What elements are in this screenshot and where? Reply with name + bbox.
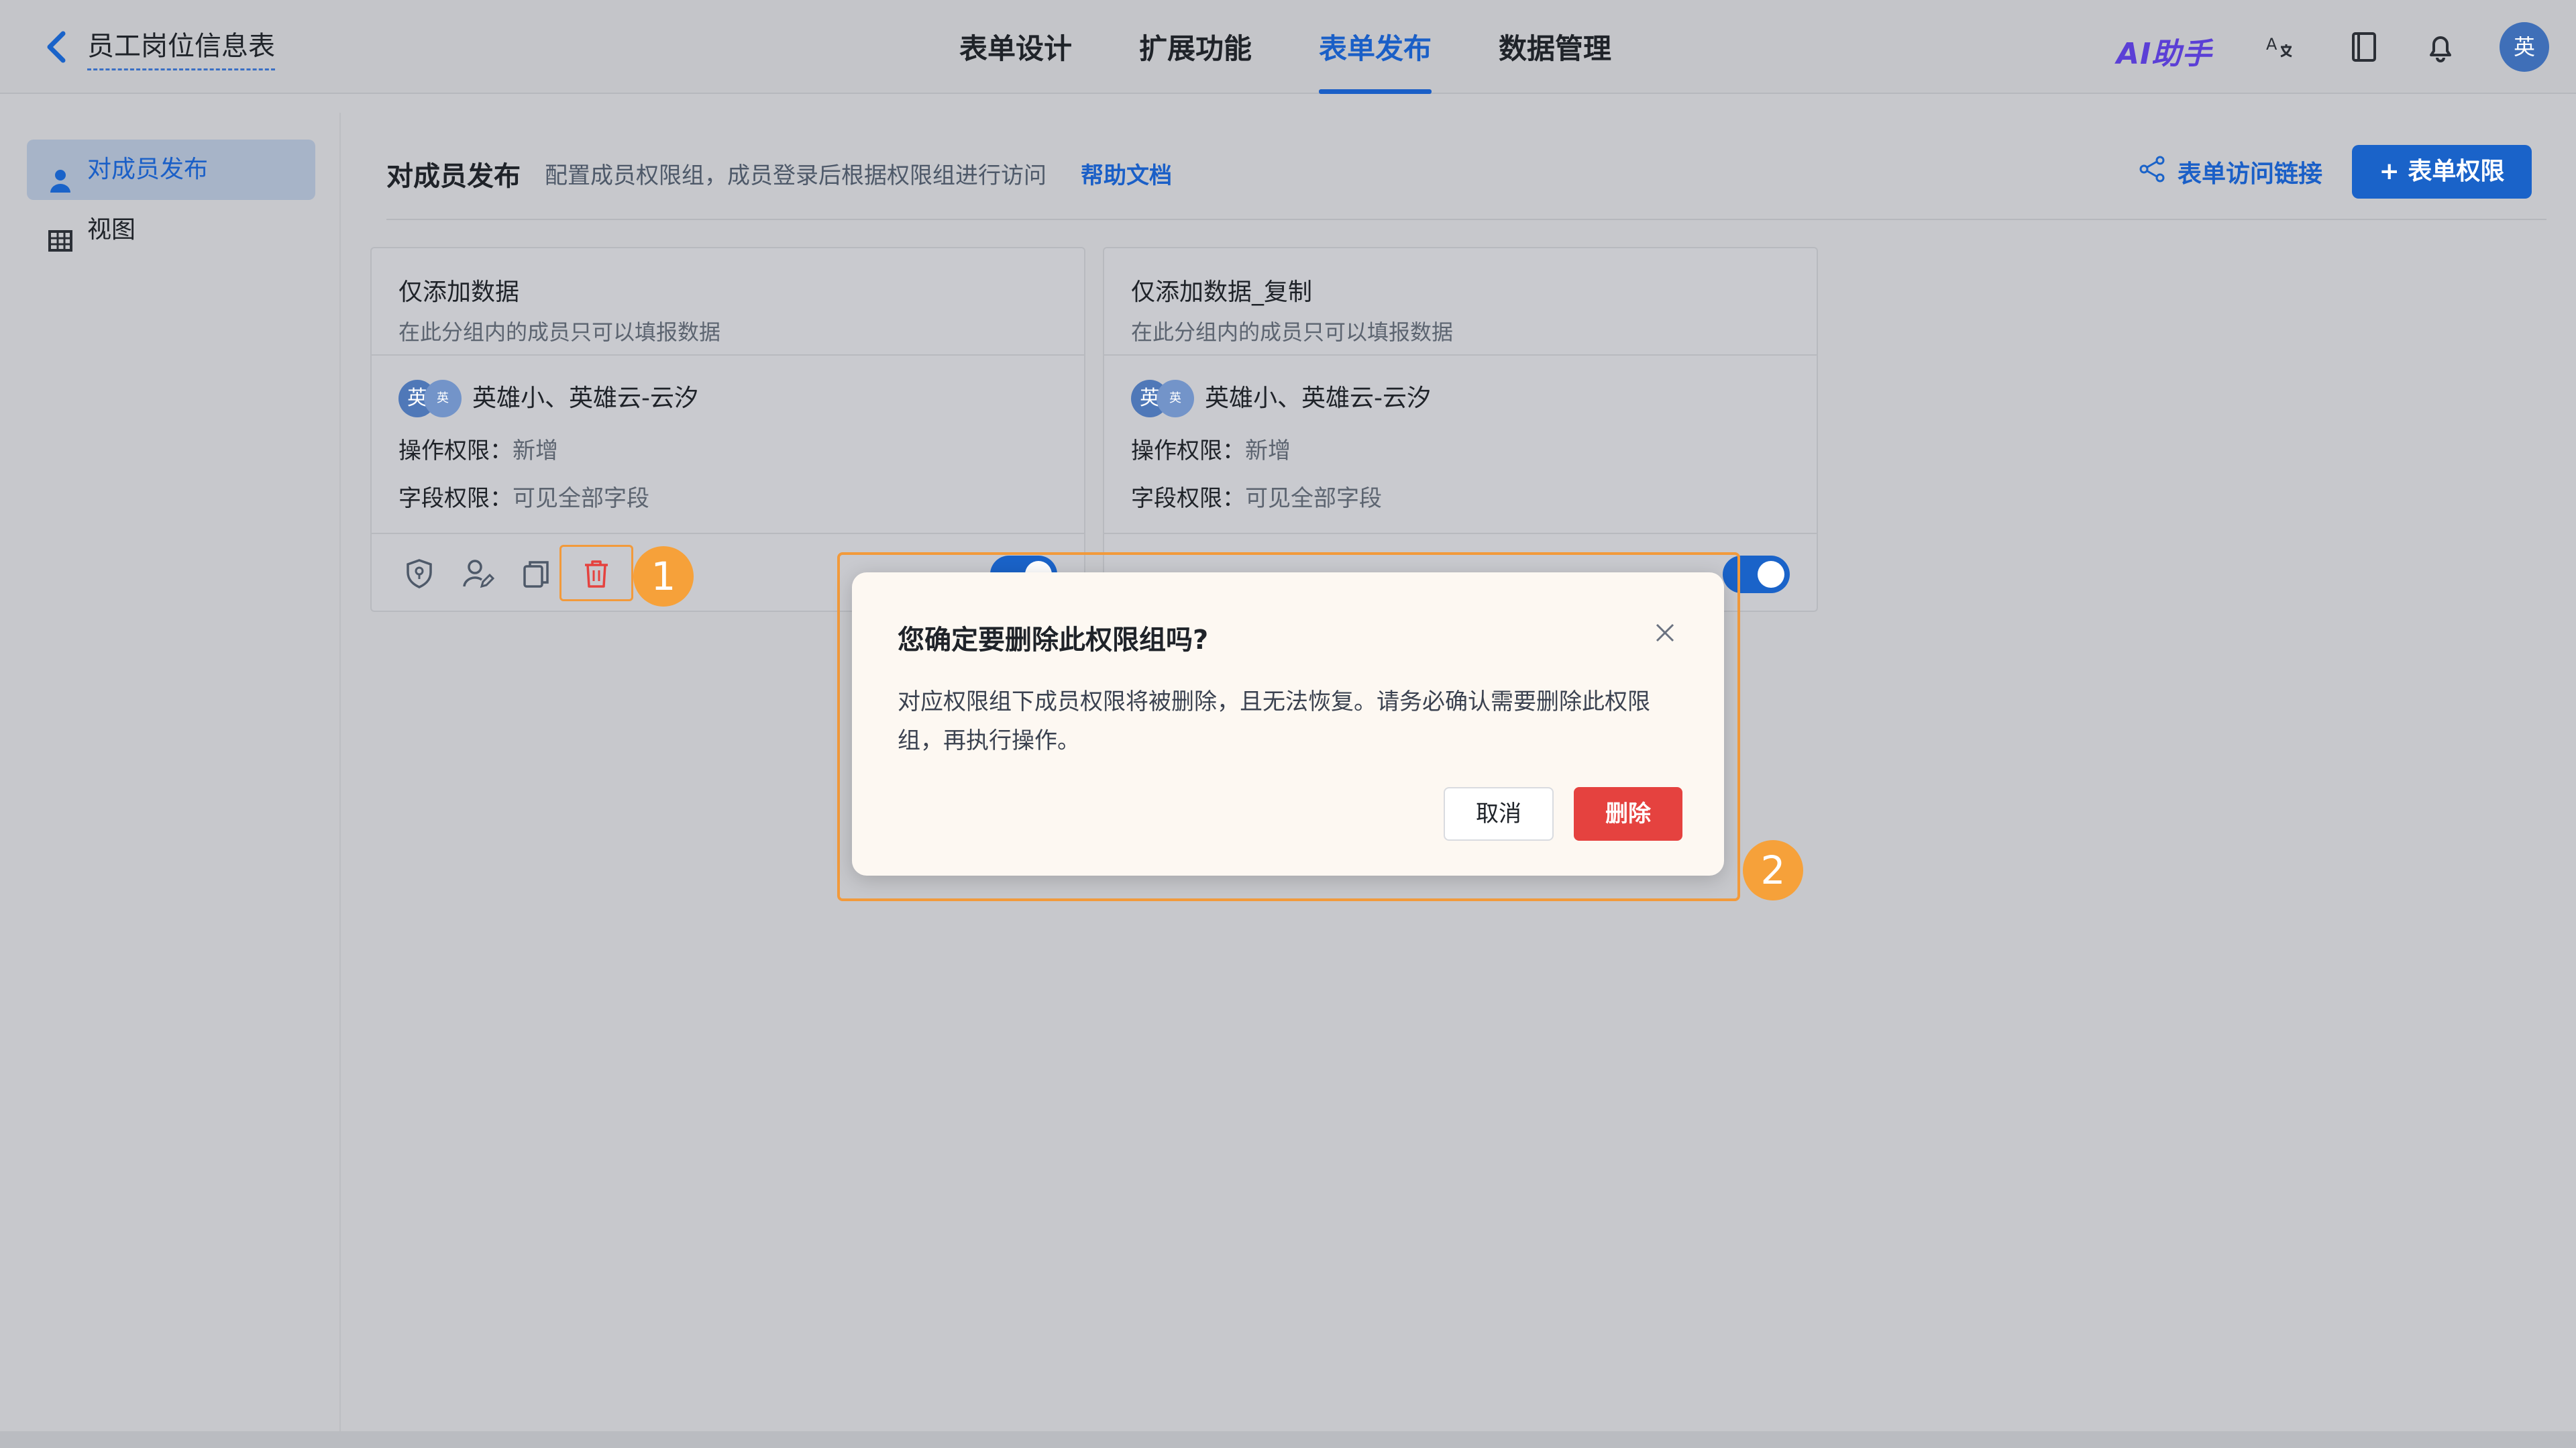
card-subtitle: 在此分组内的成员只可以填报数据 xyxy=(398,319,721,345)
avatar: 英 xyxy=(1157,380,1194,417)
main-header: 对成员发布 配置成员权限组，成员登录后根据权限组进行访问 帮助文档 表单访问链接… xyxy=(386,113,2546,220)
member-names: 英雄小、英雄云-云汐 xyxy=(1205,384,1431,412)
form-access-link-label: 表单访问链接 xyxy=(2178,160,2323,188)
cancel-button[interactable]: 取消 xyxy=(1444,787,1554,841)
ai-assistant-button[interactable]: AI助手 xyxy=(2116,30,2212,72)
page-title: 对成员发布 xyxy=(386,161,521,192)
user-icon xyxy=(47,156,74,193)
member-names: 英雄小、英雄云-云汐 xyxy=(472,384,698,412)
help-doc-link[interactable]: 帮助文档 xyxy=(1081,157,1172,190)
page-description: 配置成员权限组，成员登录后根据权限组进行访问 xyxy=(545,162,1046,189)
add-form-permission-button[interactable]: + 表单权限 xyxy=(2352,145,2532,199)
svg-text:A: A xyxy=(2266,35,2277,54)
table-icon xyxy=(47,217,74,252)
shield-icon[interactable] xyxy=(402,557,436,590)
sidebar: 对成员发布 视图 xyxy=(0,113,341,1431)
translate-icon[interactable]: A xyxy=(2262,30,2297,64)
bottom-edge xyxy=(0,1431,2576,1448)
copy-icon[interactable] xyxy=(519,557,553,590)
dialog-title: 您确定要删除此权限组吗? xyxy=(898,625,1209,656)
bell-icon[interactable] xyxy=(2423,30,2458,64)
back-arrow-icon[interactable] xyxy=(40,27,74,67)
member-list: 英 英 英雄小、英雄云-云汐 xyxy=(1131,380,1790,417)
tab-form-publish[interactable]: 表单发布 xyxy=(1319,0,1432,94)
dialog-message: 对应权限组下成员权限将被删除，且无法恢复。请务必确认需要删除此权限组，再执行操作… xyxy=(898,688,1650,754)
close-icon[interactable] xyxy=(1652,619,1678,646)
share-icon xyxy=(2139,156,2165,183)
confirm-delete-dialog: 您确定要删除此权限组吗? 对应权限组下成员权限将被删除，且无法恢复。请务必确认需… xyxy=(852,572,1724,876)
sidebar-item-view[interactable]: 视图 xyxy=(27,200,315,260)
sidebar-item-member-publish[interactable]: 对成员发布 xyxy=(27,140,315,200)
tab-extensions[interactable]: 扩展功能 xyxy=(1139,0,1252,94)
card-title: 仅添加数据 xyxy=(398,278,520,306)
step-badge-1: 1 xyxy=(633,546,694,607)
card-subtitle: 在此分组内的成员只可以填报数据 xyxy=(1131,319,1454,345)
edit-member-icon[interactable] xyxy=(462,557,495,590)
tab-data-management[interactable]: 数据管理 xyxy=(1499,0,1611,94)
trash-icon[interactable] xyxy=(580,557,613,590)
form-title[interactable]: 员工岗位信息表 xyxy=(87,24,275,70)
operation-permission: 操作权限：新增 xyxy=(398,437,558,464)
book-icon[interactable] xyxy=(2347,30,2381,64)
top-bar: 员工岗位信息表 表单设计 扩展功能 表单发布 数据管理 AI助手 A 英 xyxy=(0,0,2576,94)
step-badge-2: 2 xyxy=(1743,840,1803,900)
delete-button[interactable]: 删除 xyxy=(1574,787,1682,841)
field-permission: 字段权限：可见全部字段 xyxy=(1131,485,1382,512)
card-title: 仅添加数据_复制 xyxy=(1131,278,1313,306)
avatar: 英 xyxy=(424,380,462,417)
sidebar-item-label: 对成员发布 xyxy=(87,156,209,183)
field-permission: 字段权限：可见全部字段 xyxy=(398,485,649,512)
operation-permission: 操作权限：新增 xyxy=(1131,437,1291,464)
sidebar-item-label: 视图 xyxy=(87,216,136,244)
member-list: 英 英 英雄小、英雄云-云汐 xyxy=(398,380,1057,417)
main-tabs: 表单设计 扩展功能 表单发布 数据管理 xyxy=(959,0,1678,94)
form-access-link-button[interactable]: 表单访问链接 xyxy=(2137,154,2322,189)
tab-form-design[interactable]: 表单设计 xyxy=(959,0,1072,94)
avatar[interactable]: 英 xyxy=(2500,22,2549,72)
